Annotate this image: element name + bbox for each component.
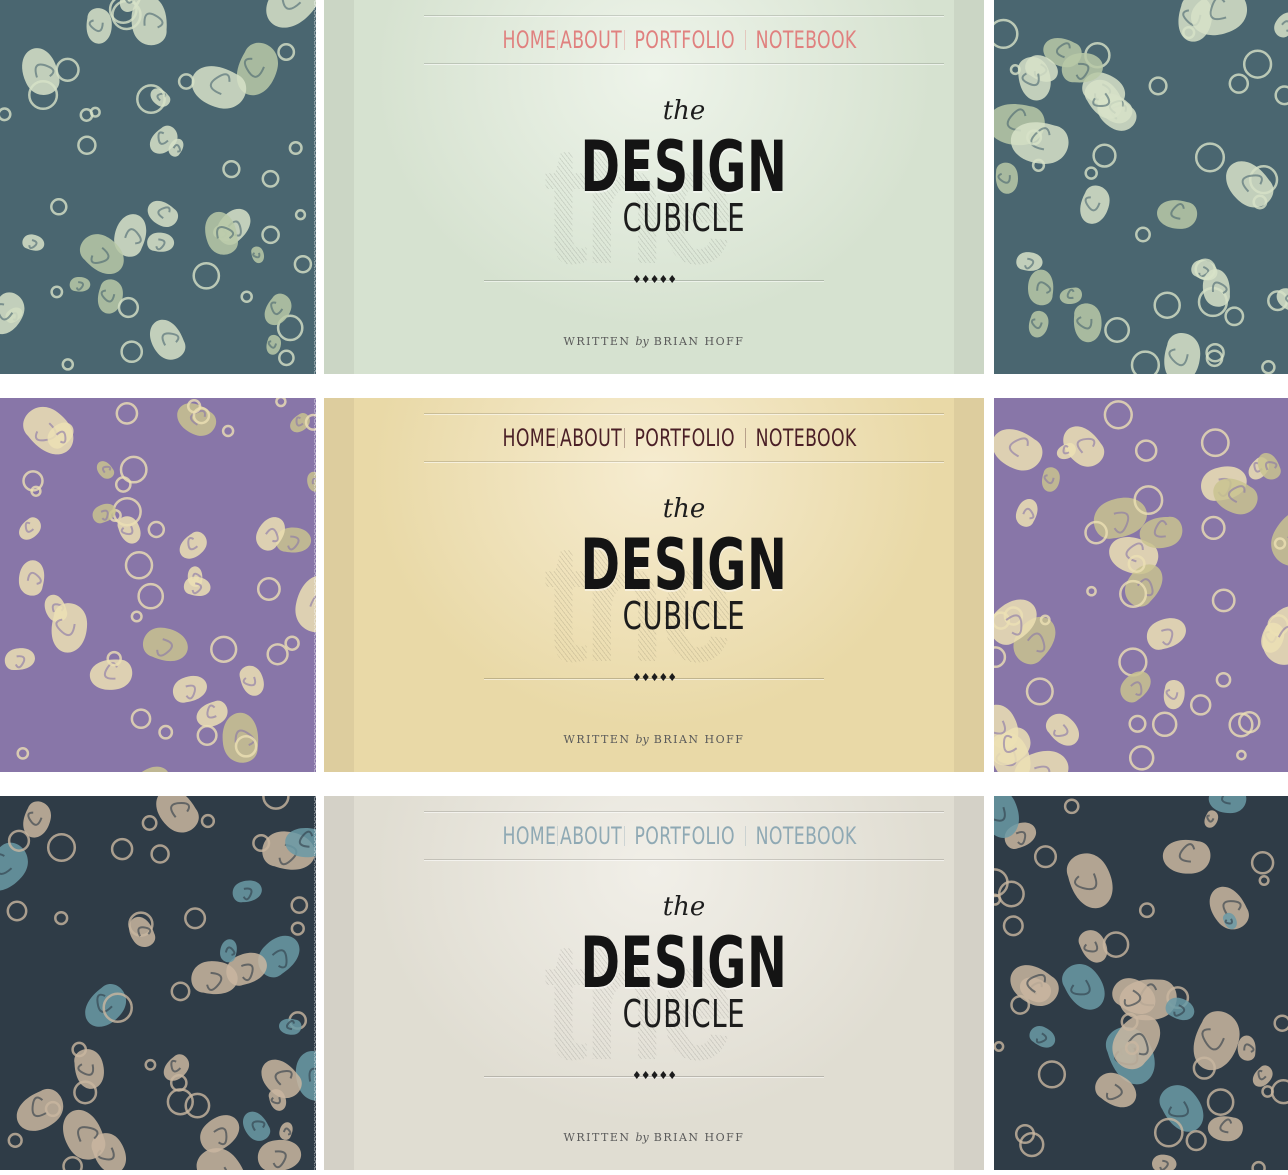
panel-shadow-right: [954, 398, 984, 772]
nav-portfolio[interactable]: PORTFOLIO: [635, 822, 735, 850]
nav-separator: [557, 29, 558, 50]
nav-portfolio[interactable]: PORTFOLIO: [635, 26, 735, 54]
theme-variant-slate: HOME ABOUT PORTFOLIO NOTEBOOK the the DE…: [0, 796, 1288, 1170]
logo-cubicle: CUBICLE: [622, 594, 746, 638]
panel-shadow-right: [954, 0, 984, 374]
byline: WRITTEN by BRIAN HOFF: [354, 1131, 954, 1144]
nav-notebook[interactable]: NOTEBOOK: [755, 822, 856, 850]
paisley-pattern-left: [0, 0, 316, 374]
nav-notebook[interactable]: NOTEBOOK: [755, 424, 856, 452]
site-logo[interactable]: the the DESIGN CUBICLE: [504, 96, 864, 292]
lace-trim-left: [314, 0, 324, 374]
paisley-pattern-left: [0, 796, 316, 1170]
nav-home[interactable]: HOME: [503, 26, 557, 54]
nav-separator: [557, 825, 558, 846]
main-nav: HOME ABOUT PORTFOLIO NOTEBOOK: [424, 15, 944, 64]
main-nav: HOME ABOUT PORTFOLIO NOTEBOOK: [424, 413, 944, 462]
nav-portfolio[interactable]: PORTFOLIO: [635, 424, 735, 452]
byline: WRITTEN by BRIAN HOFF: [354, 733, 954, 746]
byline-author[interactable]: BRIAN HOFF: [654, 335, 745, 348]
lace-trim-right: [984, 796, 994, 1170]
nav-separator: [624, 29, 626, 50]
diamond-ornament-icon: ♦♦♦♦♦: [631, 671, 677, 684]
panel-shadow-left: [324, 0, 354, 374]
logo-the: the: [662, 892, 706, 922]
site-logo[interactable]: the the DESIGN CUBICLE: [504, 892, 864, 1088]
paisley-pattern-left: [0, 398, 316, 772]
nav-about[interactable]: ABOUT: [560, 26, 622, 54]
byline-by: by: [635, 1131, 649, 1144]
logo-cubicle: CUBICLE: [622, 992, 746, 1036]
main-nav: HOME ABOUT PORTFOLIO NOTEBOOK: [424, 811, 944, 860]
byline-by: by: [635, 335, 649, 348]
byline: WRITTEN by BRIAN HOFF: [354, 335, 954, 348]
nav-about[interactable]: ABOUT: [560, 424, 622, 452]
lace-trim-right: [984, 398, 994, 772]
logo-cubicle: CUBICLE: [622, 196, 746, 240]
lace-trim-left: [314, 796, 324, 1170]
panel-shadow-left: [324, 796, 354, 1170]
panel-shadow-left: [324, 398, 354, 772]
diamond-ornament-icon: ♦♦♦♦♦: [631, 273, 677, 286]
nav-home[interactable]: HOME: [503, 424, 557, 452]
logo-the: the: [662, 96, 706, 126]
byline-written: WRITTEN: [563, 335, 631, 348]
theme-variant-amber: HOME ABOUT PORTFOLIO NOTEBOOK the the DE…: [0, 398, 1288, 772]
header-panel: HOME ABOUT PORTFOLIO NOTEBOOK the the DE…: [324, 796, 984, 1170]
byline-author[interactable]: BRIAN HOFF: [654, 1131, 745, 1144]
nav-separator: [624, 427, 626, 448]
nav-separator: [744, 427, 746, 448]
nav-separator: [744, 825, 746, 846]
site-logo[interactable]: the the DESIGN CUBICLE: [504, 494, 864, 690]
byline-written: WRITTEN: [563, 733, 631, 746]
nav-separator: [624, 825, 626, 846]
nav-separator: [557, 427, 558, 448]
byline-by: by: [635, 733, 649, 746]
theme-variant-sage: HOME ABOUT PORTFOLIO NOTEBOOK the the DE…: [0, 0, 1288, 374]
paisley-pattern-right: [994, 398, 1288, 772]
nav-notebook[interactable]: NOTEBOOK: [755, 26, 856, 54]
byline-author[interactable]: BRIAN HOFF: [654, 733, 745, 746]
panel-shadow-right: [954, 796, 984, 1170]
nav-about[interactable]: ABOUT: [560, 822, 622, 850]
nav-home[interactable]: HOME: [503, 822, 557, 850]
paisley-pattern-right: [994, 796, 1288, 1170]
lace-trim-right: [984, 0, 994, 374]
lace-trim-left: [314, 398, 324, 772]
header-panel: HOME ABOUT PORTFOLIO NOTEBOOK the the DE…: [324, 0, 984, 374]
diamond-ornament-icon: ♦♦♦♦♦: [631, 1069, 677, 1082]
byline-written: WRITTEN: [563, 1131, 631, 1144]
paisley-pattern-right: [994, 0, 1288, 374]
header-panel: HOME ABOUT PORTFOLIO NOTEBOOK the the DE…: [324, 398, 984, 772]
nav-separator: [744, 29, 746, 50]
logo-the: the: [662, 494, 706, 524]
